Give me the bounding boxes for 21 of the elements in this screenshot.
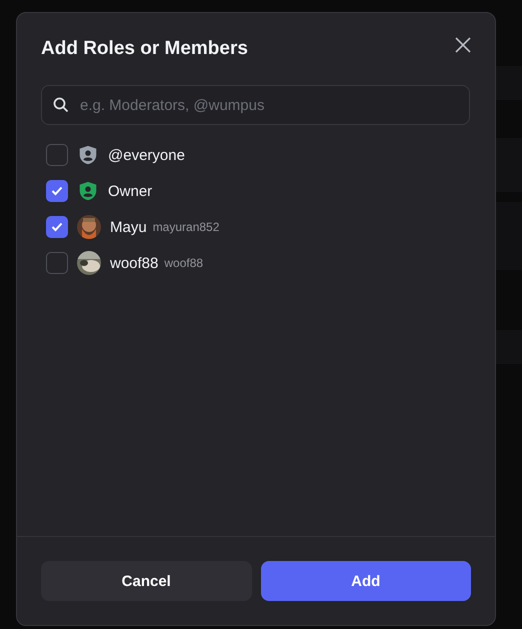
cancel-button[interactable]: Cancel <box>41 561 252 601</box>
search-field[interactable]: e.g. Moderators, @wumpus <box>41 85 470 125</box>
search-icon <box>53 97 69 113</box>
checkbox[interactable] <box>46 180 68 202</box>
checkbox[interactable] <box>46 216 68 238</box>
role-name: Owner <box>108 182 152 200</box>
username: woof88 <box>164 256 204 270</box>
background-panel <box>496 66 522 100</box>
background-panel <box>496 202 522 270</box>
add-button[interactable]: Add <box>260 561 471 601</box>
dialog-title: Add Roles or Members <box>41 37 248 61</box>
checkbox[interactable] <box>46 144 68 166</box>
background-panel <box>496 330 522 364</box>
member-name: Mayu <box>110 218 147 236</box>
role-name: @everyone <box>108 146 185 164</box>
member-name: woof88 <box>110 254 158 272</box>
username: mayuran852 <box>152 220 220 234</box>
checkmark-icon <box>51 186 63 196</box>
checkmark-icon <box>51 222 63 232</box>
checkbox[interactable] <box>46 252 68 274</box>
background-panel <box>496 138 522 192</box>
